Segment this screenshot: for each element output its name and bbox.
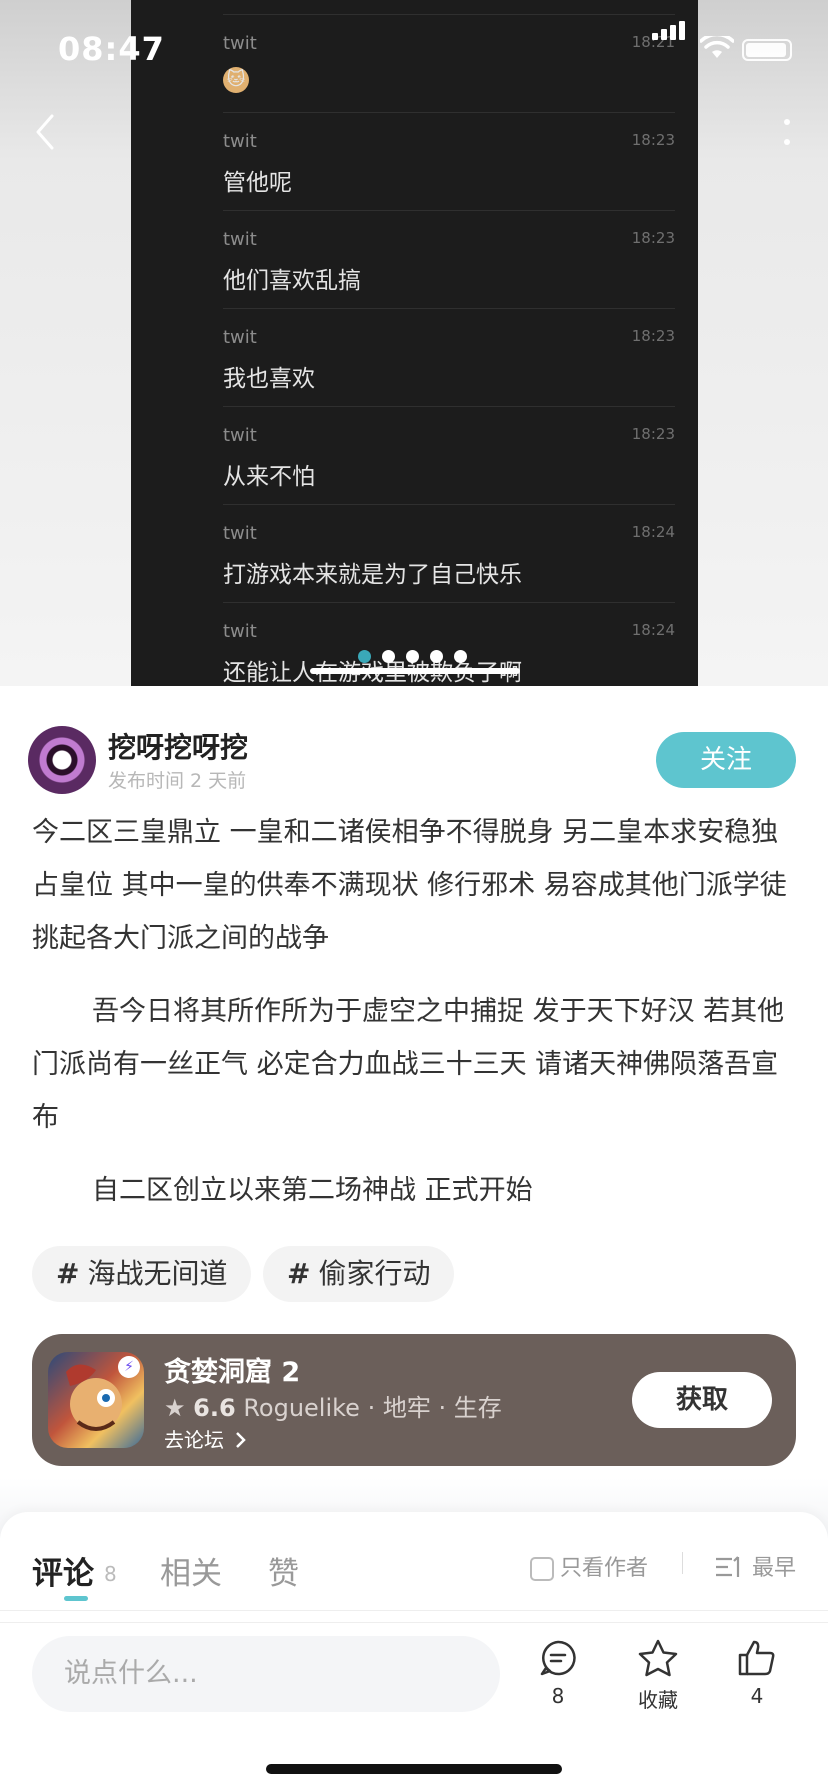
chat-time: 18:23	[631, 327, 675, 345]
carousel-progress-bar	[310, 668, 520, 674]
author-only-checkbox[interactable]: 只看作者	[530, 1550, 648, 1582]
author-only-label: 只看作者	[560, 1556, 649, 1581]
favorite-label: 收藏	[638, 1688, 678, 1712]
game-icon: ⚡	[48, 1352, 144, 1448]
hashtag-icon: #	[287, 1257, 311, 1290]
topic-tag-label: 海战无间道	[87, 1257, 228, 1290]
comment-tab-bar	[0, 1512, 828, 1622]
chat-user: twit	[223, 621, 257, 642]
tab-likes[interactable]: 赞	[268, 1548, 299, 1593]
topic-tag[interactable]: # 海战无间道	[32, 1246, 252, 1302]
image-carousel[interactable]: twit 18:21 🐱 twit 18:23 管他呢 twit 18:23 他…	[0, 0, 828, 686]
comment-input[interactable]: 说点什么...	[32, 1636, 500, 1712]
hashtag-icon: #	[56, 1257, 80, 1290]
active-tab-indicator	[64, 1596, 88, 1601]
star-outline-icon	[638, 1639, 678, 1677]
author-name[interactable]: 挖呀挖呀挖	[108, 726, 248, 766]
like-count: 4	[750, 1684, 764, 1708]
thumbs-up-icon	[738, 1640, 775, 1676]
sort-icon	[716, 1556, 740, 1577]
chat-user: twit	[223, 327, 257, 348]
chat-time: 18:23	[631, 131, 675, 149]
chat-text: 我也喜欢	[223, 366, 315, 392]
chat-time: 18:23	[631, 229, 675, 247]
topic-tag-label: 偷家行动	[318, 1257, 431, 1290]
pager-dot[interactable]	[406, 650, 419, 663]
post-paragraph: 今二区三皇鼎立 一皇和二诸侯相争不得脱身 另二皇本求安稳独占皇位 其中一皇的供奉…	[32, 817, 787, 954]
chat-user: twit	[223, 523, 257, 544]
chevron-right-icon	[236, 1432, 247, 1448]
pager-dot[interactable]	[454, 650, 467, 663]
bolt-badge-icon: ⚡	[118, 1356, 140, 1378]
chat-text: 打游戏本来就是为了自己快乐	[223, 562, 522, 588]
status-bar: 08:47	[0, 0, 828, 100]
chat-user: twit	[223, 425, 257, 446]
chat-user: twit	[223, 229, 257, 250]
comment-button[interactable]: 8	[518, 1638, 598, 1708]
chat-text: 从来不怕	[223, 464, 315, 490]
divider	[682, 1552, 683, 1574]
game-title: 贪婪洞窟 2	[164, 1357, 301, 1388]
chat-message: twit 18:23 我也喜欢	[223, 308, 675, 406]
get-game-button[interactable]: 获取	[632, 1372, 772, 1428]
post-paragraph: 自二区创立以来第二场神战 正式开始	[92, 1175, 533, 1206]
chat-message: twit 18:23 他们喜欢乱搞	[223, 210, 675, 308]
chat-time: 18:24	[631, 621, 675, 639]
chat-message: twit 18:23 管他呢	[223, 112, 675, 210]
pager-dot-active[interactable]	[358, 650, 371, 663]
checkbox-icon	[530, 1557, 554, 1581]
tab-related[interactable]: 相关	[160, 1548, 222, 1593]
star-icon: ★	[164, 1394, 186, 1422]
home-indicator	[266, 1764, 562, 1774]
game-score: 6.6	[193, 1394, 236, 1422]
more-options-icon[interactable]	[772, 112, 802, 152]
back-icon[interactable]	[28, 108, 68, 156]
chat-message: twit 18:24 打游戏本来就是为了自己快乐	[223, 504, 675, 602]
chat-user: twit	[223, 131, 257, 152]
battery-icon	[742, 39, 792, 61]
chat-screenshot: twit 18:21 🐱 twit 18:23 管他呢 twit 18:23 他…	[131, 0, 698, 686]
follow-button[interactable]: 关注	[656, 732, 796, 788]
post-paragraph: 吾今日将其所作所为于虚空之中捕捉 发于天下好汉 若其他门派尚有一丝正气 必定合力…	[32, 996, 785, 1133]
comment-icon	[540, 1640, 576, 1676]
chat-text: 他们喜欢乱搞	[223, 268, 361, 294]
game-genres: Roguelike · 地牢 · 生存	[243, 1394, 502, 1422]
like-button[interactable]: 4	[717, 1638, 797, 1708]
favorite-button[interactable]: 收藏	[618, 1638, 698, 1713]
pager-dot[interactable]	[430, 650, 443, 663]
chat-text: 管他呢	[223, 170, 292, 196]
divider	[0, 1610, 828, 1611]
chat-time: 18:24	[631, 523, 675, 541]
game-card[interactable]: ⚡ 贪婪洞窟 2 ★ 6.6 Roguelike · 地牢 · 生存 去论坛 获…	[32, 1334, 796, 1466]
chat-message: twit 18:23 从来不怕	[223, 406, 675, 504]
pager-dot[interactable]	[382, 650, 395, 663]
avatar[interactable]	[28, 726, 96, 794]
game-meta: ★ 6.6 Roguelike · 地牢 · 生存	[164, 1388, 502, 1423]
tab-comments[interactable]: 评论	[32, 1548, 94, 1593]
topic-tag[interactable]: # 偷家行动	[263, 1246, 455, 1302]
sort-label: 最早	[752, 1556, 797, 1581]
chat-time: 18:23	[631, 425, 675, 443]
forum-link[interactable]: 去论坛	[164, 1424, 248, 1453]
comment-count: 8	[551, 1684, 565, 1708]
status-time: 08:47	[58, 30, 165, 68]
post-content: 今二区三皇鼎立 一皇和二诸侯相争不得脱身 另二皇本求安稳独占皇位 其中一皇的供奉…	[32, 806, 800, 1237]
forum-link-label: 去论坛	[164, 1428, 224, 1452]
wifi-icon	[700, 36, 734, 58]
comment-count-badge: 8	[104, 1562, 117, 1586]
post-time: 发布时间 2 天前	[108, 770, 247, 792]
sort-button[interactable]: 最早	[714, 1550, 796, 1582]
